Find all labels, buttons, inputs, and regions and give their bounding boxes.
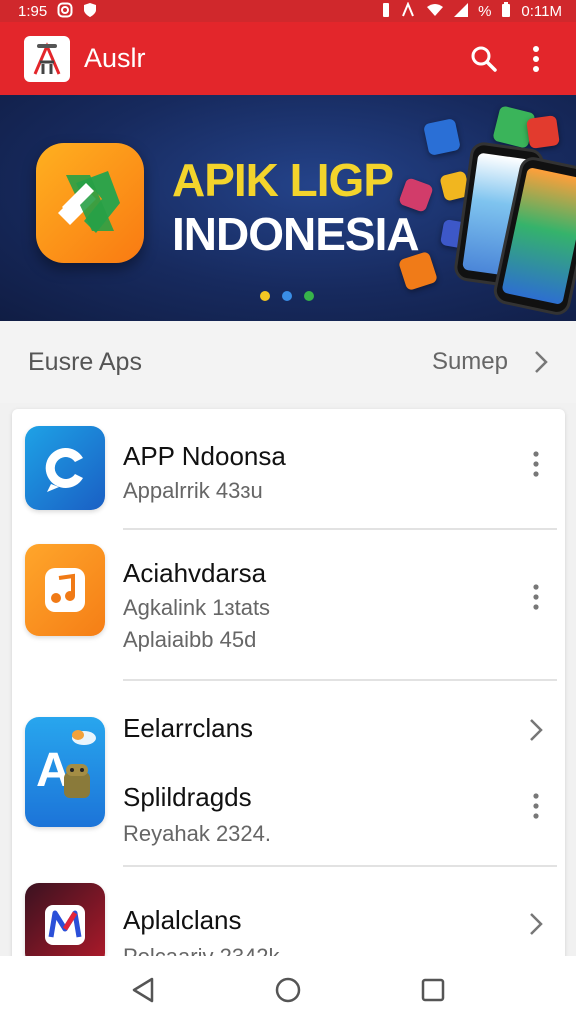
status-right: % 0:11M: [382, 1, 562, 20]
app-title: Eelarrclans: [123, 713, 254, 743]
app-subtitle: Agkalink 1ɜtats: [123, 595, 271, 620]
app-title: Auslr: [84, 43, 146, 73]
chevron-right-icon: [530, 913, 543, 935]
banner-title-line1: APIK LIGP: [172, 154, 394, 206]
item-menu-button[interactable]: [521, 449, 551, 479]
see-more-label: Sumep: [431, 348, 508, 375]
item-menu-button[interactable]: [521, 582, 551, 612]
app-logo-icon: [24, 35, 70, 82]
app-title-2: Splildragds: [123, 782, 252, 812]
banner-app-icon: [36, 143, 144, 263]
item-text: Aciahvdarsa Agkalink 1ɜtats Aplaiaibb 45…: [123, 558, 270, 653]
app-icon-android: A: [25, 717, 105, 827]
status-clock: 0:11M: [521, 2, 562, 20]
pager-dot[interactable]: [304, 291, 314, 301]
list-item[interactable]: APP Ndoonsa Appalrrik 43ɜu: [12, 409, 565, 529]
status-bar: 1:95 % 0:11M: [0, 0, 576, 22]
system-nav-bar: [0, 956, 576, 1024]
item-menu-button[interactable]: [521, 791, 551, 821]
banner-pager[interactable]: [260, 291, 314, 301]
section-title: Eusre Aps: [28, 347, 142, 376]
app-title: Aciahvdarsa: [123, 558, 267, 588]
app-subtitle-2: Aplaiaibb 45d: [123, 627, 257, 652]
shield-icon: [83, 2, 97, 20]
search-icon: [471, 46, 497, 72]
more-vert-icon: [533, 793, 539, 819]
item-open-button[interactable]: [521, 715, 551, 745]
promo-banner[interactable]: APIK LIGP INDONESIA: [0, 95, 576, 321]
app-subtitle: Reyahak 2324.: [123, 821, 271, 846]
back-button[interactable]: [119, 966, 167, 1014]
item-text: APP Ndoonsa Appalrrik 43ɜu: [123, 441, 286, 504]
floating-app-icon: [423, 118, 461, 156]
see-more-link[interactable]: Sumep: [432, 348, 548, 376]
section-header: Eusre Aps Sumep: [0, 321, 576, 403]
app-title: Aplalclans: [123, 905, 242, 935]
more-vert-icon: [533, 451, 539, 477]
vibrate-icon: [382, 2, 390, 20]
chevron-right-icon: [535, 351, 548, 373]
app-bar: Auslr: [0, 22, 576, 95]
battery-icon: [501, 2, 511, 20]
recents-button[interactable]: [409, 966, 457, 1014]
list-item[interactable]: Aciahvdarsa Agkalink 1ɜtats Aplaiaibb 45…: [12, 530, 565, 680]
instagram-icon: [57, 2, 73, 20]
app-icon-chat: [25, 426, 105, 510]
list-item[interactable]: Aplalclans Polcaariv 2342k .: [12, 867, 565, 969]
status-time: 1:95: [18, 2, 48, 20]
app-icon-music: [25, 544, 105, 636]
data-icon: [400, 1, 416, 20]
pager-dot[interactable]: [260, 291, 270, 301]
status-left: 1:95: [18, 2, 97, 20]
more-vert-icon: [533, 584, 539, 610]
home-circle-icon: [275, 977, 301, 1003]
app-title: APP Ndoonsa: [123, 441, 286, 471]
more-vert-icon: [533, 45, 539, 72]
item-open-button[interactable]: [521, 909, 551, 939]
battery-text: %: [478, 2, 492, 20]
list-item[interactable]: A Eelarrclans Splildragds Reyahak 2324.: [12, 681, 565, 866]
overflow-menu-button[interactable]: [514, 37, 558, 81]
app-list: APP Ndoonsa Appalrrik 43ɜu Aciahvdarsa A…: [12, 409, 565, 969]
recents-square-icon: [422, 978, 445, 1002]
banner-title-line2: INDONESIA: [172, 208, 420, 260]
search-button[interactable]: [462, 37, 506, 81]
wifi-icon: [426, 3, 444, 19]
pager-dot[interactable]: [282, 291, 292, 301]
item-text: Eelarrclans Splildragds Reyahak 2324.: [123, 713, 271, 847]
signal-icon: [454, 3, 469, 19]
chevron-right-icon: [530, 719, 543, 741]
app-icon-mail: [25, 883, 105, 967]
floating-app-icon: [526, 115, 560, 149]
app-subtitle: Appalrrik 43ɜu: [123, 478, 263, 503]
home-button[interactable]: [264, 966, 312, 1014]
back-triangle-icon: [132, 977, 153, 1003]
